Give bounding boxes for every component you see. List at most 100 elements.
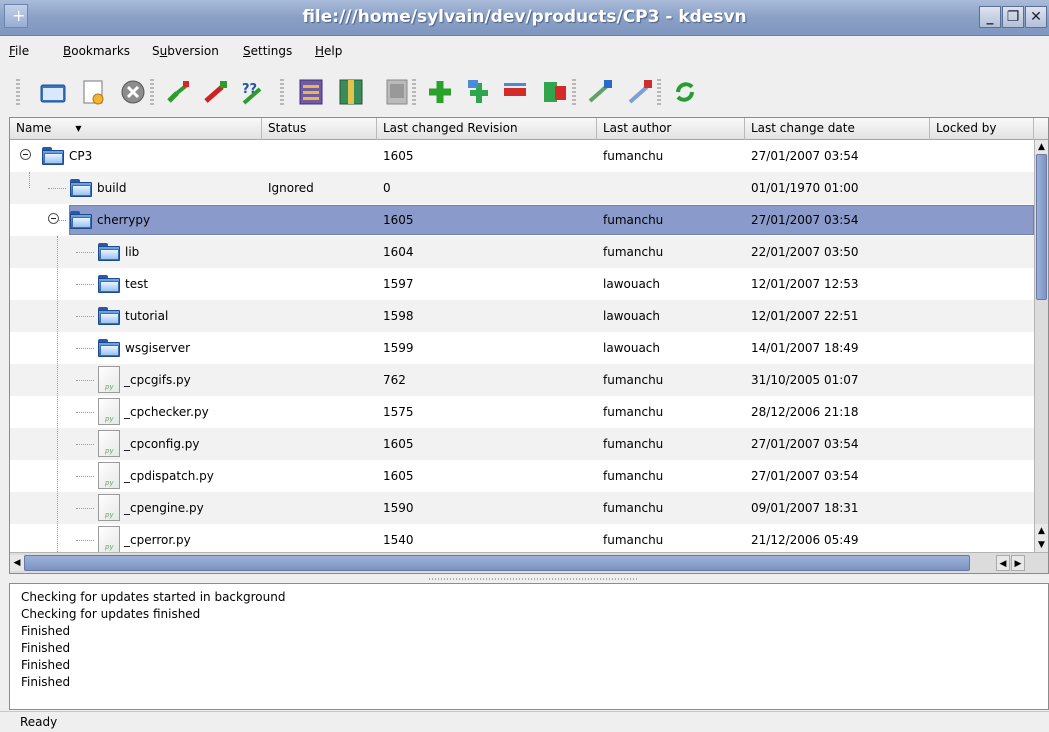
tree-row[interactable]: _cpchecker.py 1575 fumanchu 28/12/2006 21:1…: [10, 396, 1034, 428]
column-header-last-changed-revision[interactable]: Last changed Revision: [377, 118, 597, 140]
hscroll-thumb[interactable]: [24, 555, 970, 571]
column-header-name[interactable]: Name ▼: [10, 118, 262, 140]
item-revision: 1605: [383, 437, 414, 451]
stop-icon[interactable]: [118, 77, 148, 107]
scroll-up-icon[interactable]: ▲: [1035, 140, 1048, 154]
folder-icon: [98, 307, 120, 325]
horizontal-scrollbar[interactable]: ◀ ◀ ▶: [10, 552, 1048, 573]
menu-bookmarks[interactable]: Bookmarks: [63, 44, 130, 58]
tree-row[interactable]: cherrypy 1605 fumanchu 27/01/2007 03:54: [10, 204, 1034, 236]
info-icon[interactable]: [382, 77, 412, 107]
item-name: _cpengine.py: [124, 501, 204, 515]
menu-bar: File Bookmarks Subversion Settings Help: [0, 37, 1049, 66]
open-folder-icon[interactable]: [38, 77, 68, 107]
tree-row[interactable]: CP3 1605 fumanchu 27/01/2007 03:54: [10, 140, 1034, 172]
column-header-label: Last author: [603, 121, 672, 135]
scroll-left-icon[interactable]: ◀: [10, 555, 24, 571]
item-revision: 762: [383, 373, 406, 387]
python-file-icon: [98, 366, 120, 393]
tree-row[interactable]: build Ignored 0 01/01/1970 01:00: [10, 172, 1034, 204]
tree-row[interactable]: _cpdispatch.py 1605 fumanchu 27/01/2007 03:…: [10, 460, 1034, 492]
item-name: _cpconfig.py: [124, 437, 200, 451]
item-author: fumanchu: [603, 469, 664, 483]
scroll-up-icon[interactable]: ▲: [1035, 524, 1048, 538]
delete-icon[interactable]: [500, 77, 530, 107]
log-line: Finished: [21, 658, 71, 672]
scroll-left-icon[interactable]: ◀: [996, 555, 1010, 571]
tree-branch-line: [76, 252, 94, 253]
tree-row[interactable]: tutorial 1598 lawouach 12/01/2007 22:51: [10, 300, 1034, 332]
collapse-icon[interactable]: [20, 149, 31, 160]
item-date: 12/01/2007 12:53: [751, 277, 859, 291]
add-icon[interactable]: [425, 77, 455, 107]
menu-subversion[interactable]: Subversion: [152, 44, 219, 58]
folder-icon: [70, 211, 92, 229]
tree-row[interactable]: lib 1604 fumanchu 22/01/2007 03:50: [10, 236, 1034, 268]
copy-icon[interactable]: [540, 77, 570, 107]
refresh-icon[interactable]: [670, 77, 700, 107]
scroll-down-icon[interactable]: ▼: [1035, 538, 1048, 552]
tree-row[interactable]: _cpcgifs.py 762 fumanchu 31/10/2005 01:07: [10, 364, 1034, 396]
status-bar: Ready: [0, 711, 1049, 732]
close-icon[interactable]: ✕: [1025, 6, 1047, 28]
selection-highlight: [69, 205, 1034, 235]
file-tree-view[interactable]: Name ▼ Status Last changed Revision Last aut…: [9, 117, 1049, 574]
column-header-status[interactable]: Status: [262, 118, 377, 140]
commit-icon[interactable]: [200, 77, 230, 107]
update-icon[interactable]: [163, 77, 193, 107]
splitter-grip[interactable]: [429, 578, 639, 580]
item-name: _cpcgifs.py: [124, 373, 191, 387]
log-icon[interactable]: [296, 77, 326, 107]
tree-row[interactable]: _cpengine.py 1590 fumanchu 09/01/2007 18:31: [10, 492, 1034, 524]
item-date: 27/01/2007 03:54: [751, 149, 859, 163]
tree-branch-line: [76, 380, 94, 381]
window-title: file:///home/sylvain/dev/products/CP3 - …: [302, 7, 747, 27]
diff-icon[interactable]: ??: [238, 77, 268, 107]
item-revision: 1575: [383, 405, 414, 419]
item-name: _cperror.py: [124, 533, 191, 547]
item-author: fumanchu: [603, 245, 664, 259]
column-header-last-author[interactable]: Last author: [597, 118, 745, 140]
column-header-locked-by[interactable]: Locked by: [930, 118, 1034, 140]
tree-row[interactable]: _cperror.py 1540 fumanchu 21/12/2006 05:49: [10, 524, 1034, 552]
column-header-label: Locked by: [936, 121, 997, 135]
move-icon[interactable]: [464, 77, 494, 107]
minimize-icon[interactable]: _: [979, 6, 1001, 28]
window-controls: _ ❐ ✕: [979, 6, 1047, 28]
folder-icon: [98, 243, 120, 261]
folder-icon: [70, 179, 92, 197]
toolbar-separator: [572, 79, 576, 105]
item-author: fumanchu: [603, 501, 664, 515]
folder-icon: [98, 339, 120, 357]
vertical-scrollbar[interactable]: ▲ ▲ ▼: [1034, 140, 1048, 552]
python-file-icon: [98, 494, 120, 521]
scroll-right-icon[interactable]: ▶: [1011, 555, 1025, 571]
status-text: Ready: [20, 715, 58, 729]
blame-icon[interactable]: [336, 77, 366, 107]
splitter-handle[interactable]: [9, 575, 1049, 583]
toolbar-separator: [16, 79, 20, 105]
column-header-last-change-date[interactable]: Last change date: [745, 118, 930, 140]
tree-branch-line: [76, 348, 94, 349]
scroll-thumb[interactable]: [1036, 154, 1047, 300]
maximize-icon[interactable]: ❐: [1002, 6, 1024, 28]
menu-settings[interactable]: Settings: [243, 44, 292, 58]
menu-help[interactable]: Help: [315, 44, 342, 58]
toolbar-separator: [412, 79, 416, 105]
collapse-icon[interactable]: [48, 213, 59, 224]
item-name: test: [125, 277, 149, 291]
item-author: lawouach: [603, 309, 661, 323]
tree-row[interactable]: test 1597 lawouach 12/01/2007 12:53: [10, 268, 1034, 300]
item-author: fumanchu: [603, 373, 664, 387]
toolbar: ??: [0, 67, 1049, 117]
item-date: 27/01/2007 03:54: [751, 469, 859, 483]
tree-row[interactable]: wsgiserver 1599 lawouach 14/01/2007 18:49: [10, 332, 1034, 364]
tree-row[interactable]: _cpconfig.py 1605 fumanchu 27/01/2007 03:54: [10, 428, 1034, 460]
relocate-icon[interactable]: [625, 77, 655, 107]
new-file-icon[interactable]: [78, 77, 108, 107]
column-header-label: Status: [268, 121, 307, 135]
tree-branch-line: [76, 508, 94, 509]
item-date: 09/01/2007 18:31: [751, 501, 859, 515]
switch-icon[interactable]: [585, 77, 615, 107]
menu-file[interactable]: File: [9, 44, 29, 58]
